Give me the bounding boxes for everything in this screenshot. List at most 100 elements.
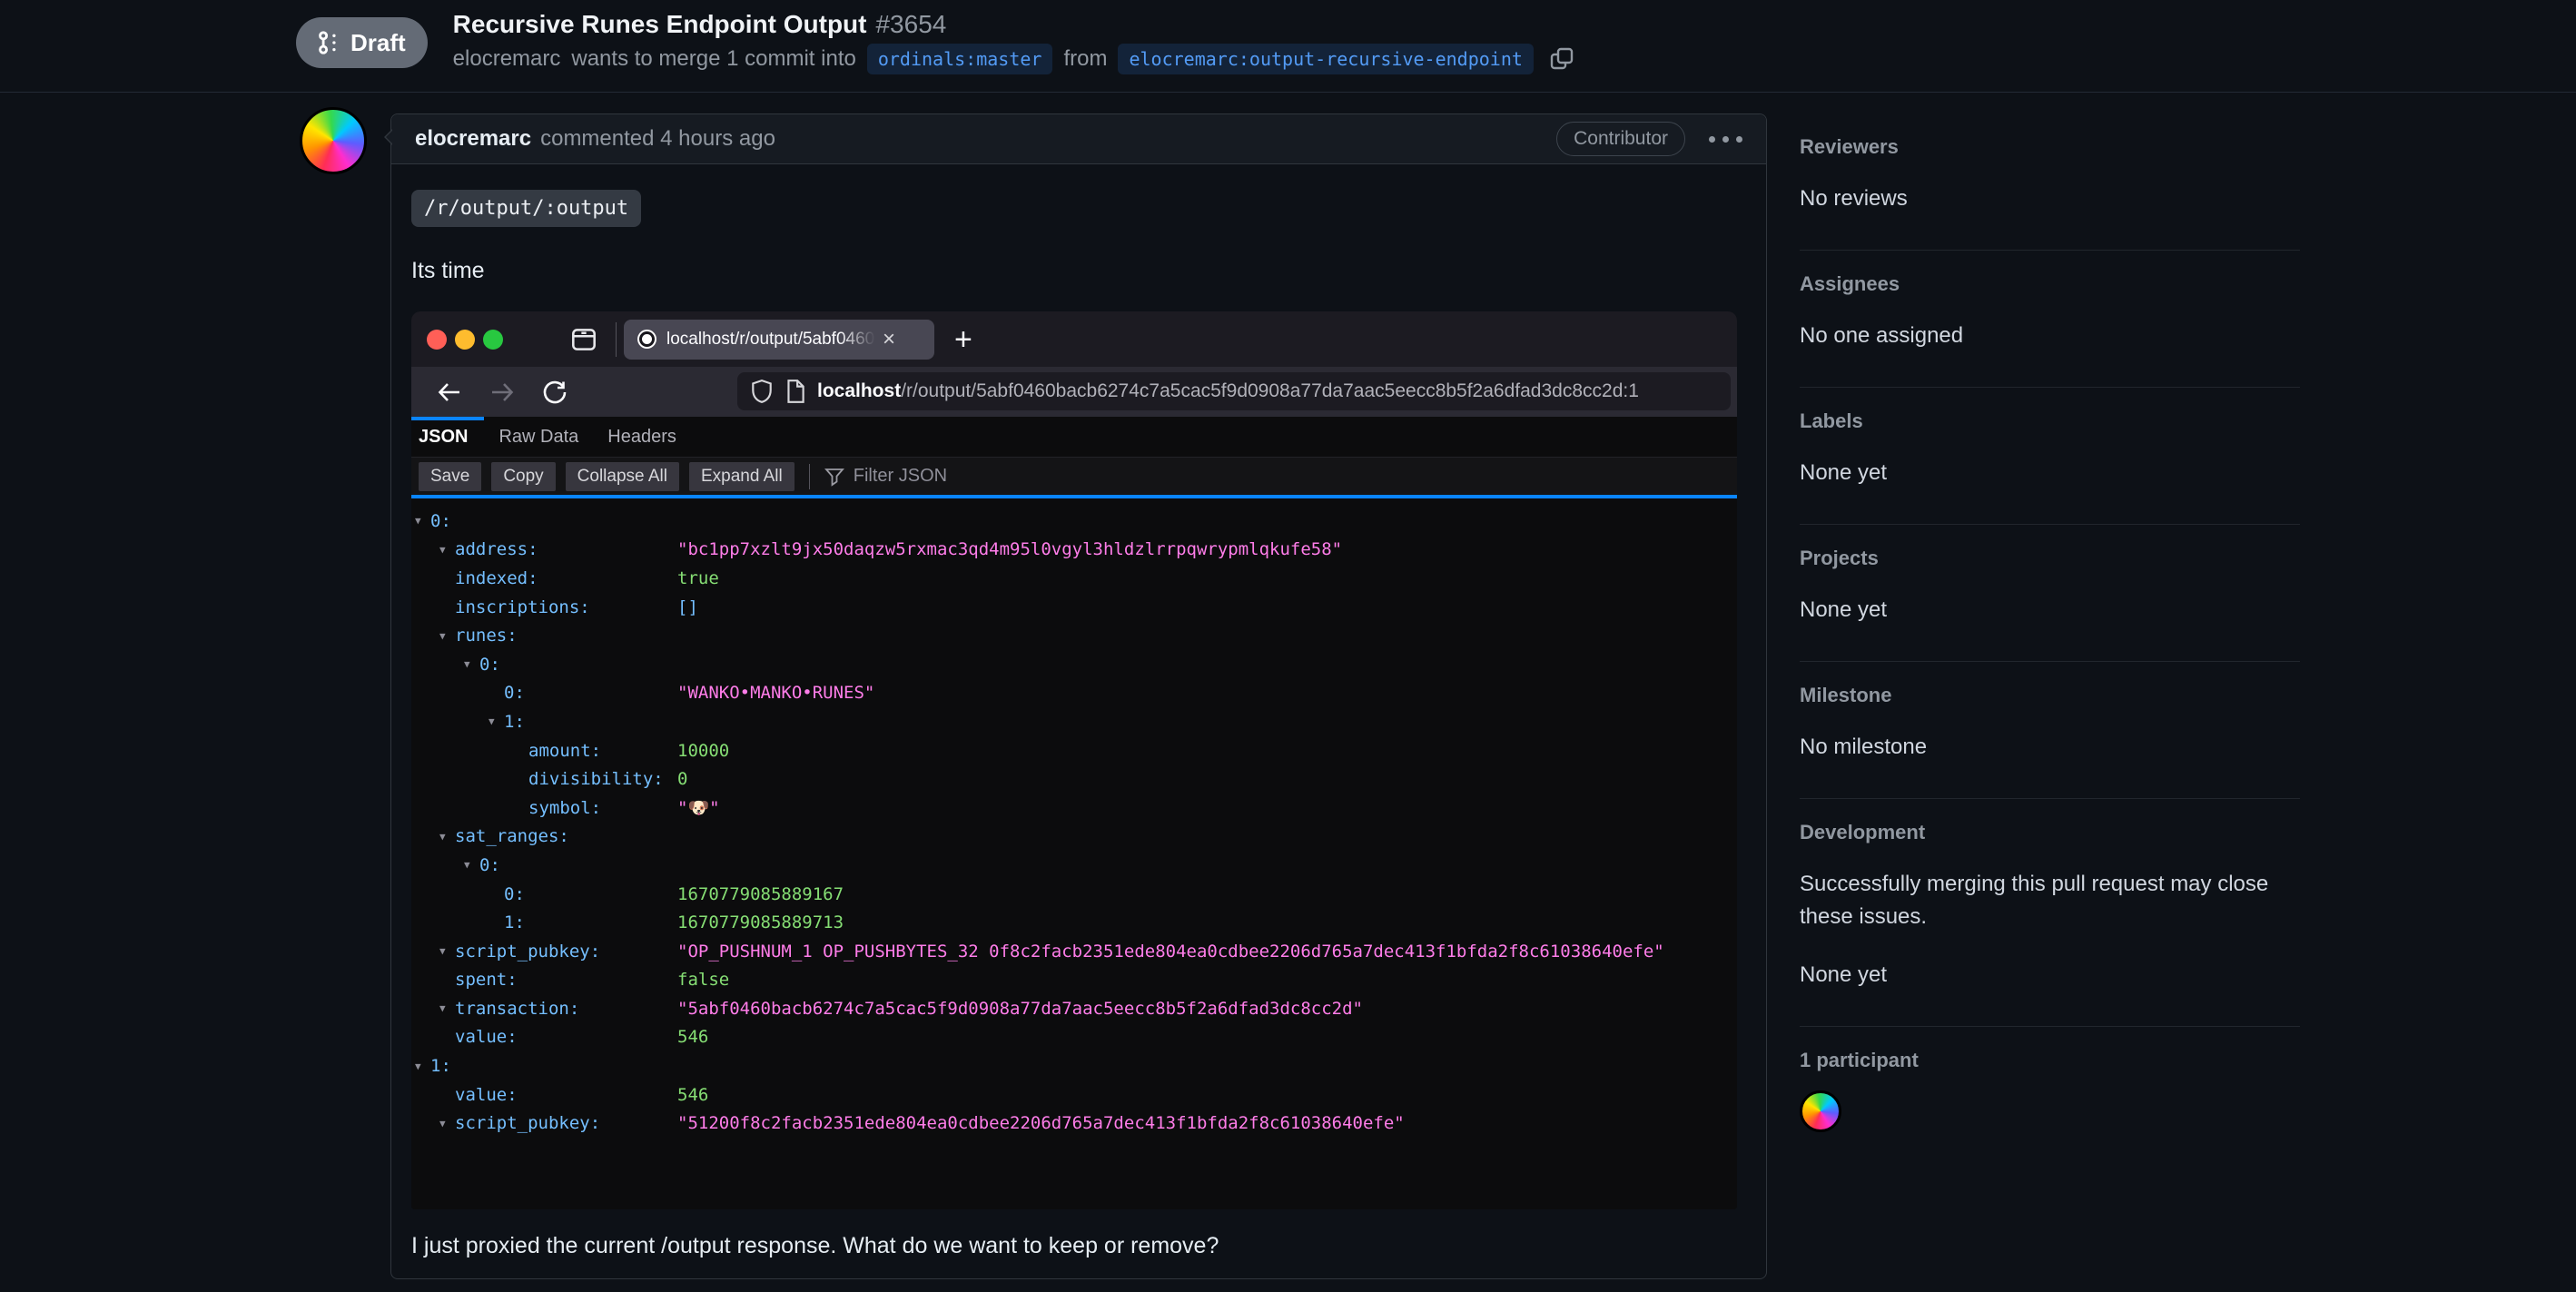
json-value: 10000 xyxy=(677,740,730,761)
json-key: script_pubkey: xyxy=(455,941,601,962)
firefox-view-icon[interactable] xyxy=(568,324,599,355)
pr-author-link[interactable]: elocremarc xyxy=(453,46,561,72)
minimize-window-button[interactable] xyxy=(455,329,475,350)
twisty-icon[interactable]: ▼ xyxy=(415,1060,430,1072)
sidebar-section-milestone[interactable]: Milestone No milestone xyxy=(1800,662,2300,799)
new-tab-icon[interactable]: + xyxy=(954,324,972,355)
json-value: 1670779085889167 xyxy=(677,883,844,904)
json-tree-row: indexed: true xyxy=(411,564,1737,593)
browser-tab[interactable]: localhost/r/output/5abf0460bac × xyxy=(624,319,934,360)
json-key: divisibility: xyxy=(528,769,664,790)
sidebar-section-projects[interactable]: Projects None yet xyxy=(1800,525,2300,662)
sidebar-section-development: Development Successfully merging this pu… xyxy=(1800,799,2300,1027)
collapse-all-button[interactable]: Collapse All xyxy=(565,461,679,491)
json-tree-row: 0: 1670779085889167 xyxy=(411,880,1737,909)
twisty-icon[interactable]: ▼ xyxy=(489,715,504,727)
json-tree-row: value: 546 xyxy=(411,1080,1737,1110)
github-pr-page: Draft Recursive Runes Endpoint Output #36… xyxy=(0,0,2576,1292)
json-key: 1: xyxy=(504,711,525,732)
filter-json-input[interactable]: Filter JSON xyxy=(824,466,947,487)
twisty-icon[interactable]: ▼ xyxy=(439,1118,455,1129)
copy-branch-icon[interactable] xyxy=(1548,45,1575,73)
url-bar[interactable]: localhost/r/output/5abf0460bacb6274c7a5c… xyxy=(737,372,1731,410)
tab-raw-data[interactable]: Raw Data xyxy=(484,417,593,457)
json-tree-row: ▼ 0: xyxy=(411,851,1737,880)
draft-status-badge: Draft xyxy=(296,17,428,68)
twisty-icon[interactable]: ▼ xyxy=(439,630,455,642)
avatar[interactable] xyxy=(300,107,367,174)
browser-screenshot: localhost/r/output/5abf0460bac × + xyxy=(411,311,1737,1209)
twisty-icon[interactable]: ▼ xyxy=(415,515,430,527)
json-key: inscriptions: xyxy=(455,597,590,617)
json-key: value: xyxy=(455,1027,518,1048)
json-tree-row: 0: "WANKO•MANKO•RUNES" xyxy=(411,679,1737,708)
participant-avatar[interactable] xyxy=(1800,1090,1841,1132)
contributor-badge: Contributor xyxy=(1556,122,1685,156)
pr-title: Recursive Runes Endpoint Output #3654 xyxy=(452,10,947,38)
json-tree-row: ▼ 1: xyxy=(411,707,1737,736)
comment-paragraph: I just proxied the current /output respo… xyxy=(411,1233,1219,1258)
json-tree-row: value: 546 xyxy=(411,1023,1737,1052)
twisty-icon[interactable]: ▼ xyxy=(464,859,479,871)
json-value: true xyxy=(677,567,719,588)
json-viewer-toolbar: Save Copy Collapse All Expand All Filter xyxy=(411,458,1737,495)
json-key: amount: xyxy=(528,740,602,761)
endpoint-code-span: /r/output/:output xyxy=(411,190,642,227)
zoom-window-button[interactable] xyxy=(483,329,503,350)
json-tree-row: inscriptions: [] xyxy=(411,593,1737,622)
head-branch-label[interactable]: elocremarc:output-recursive-endpoint xyxy=(1118,44,1534,74)
json-value: 546 xyxy=(677,1084,709,1105)
twisty-icon[interactable]: ▼ xyxy=(439,1002,455,1014)
json-value: "WANKO•MANKO•RUNES" xyxy=(677,683,875,704)
twisty-icon[interactable]: ▼ xyxy=(464,658,479,670)
json-value: false xyxy=(677,970,730,991)
browser-toolbar: localhost/r/output/5abf0460bacb6274c7a5c… xyxy=(411,367,1737,417)
json-tree-row: ▼ sat_ranges: xyxy=(411,823,1737,852)
draft-badge-label: Draft xyxy=(350,28,406,56)
sidebar-section-labels[interactable]: Labels None yet xyxy=(1800,388,2300,525)
page-info-icon[interactable] xyxy=(785,379,806,404)
pr-sidebar: Reviewers No reviews Assignees No one as… xyxy=(1800,113,2300,1132)
git-pull-request-draft-icon xyxy=(318,31,340,54)
forward-icon[interactable] xyxy=(488,378,517,407)
participants-section: 1 participant xyxy=(1800,1027,2300,1132)
reload-icon[interactable] xyxy=(540,378,569,407)
expand-all-button[interactable]: Expand All xyxy=(688,461,795,491)
base-branch-label[interactable]: ordinals:master xyxy=(866,44,1053,74)
json-tree-row: amount: 10000 xyxy=(411,736,1737,765)
comment-body: /r/output/:output Its time localhost/r/o… xyxy=(391,164,1766,1259)
site-favicon xyxy=(642,334,652,344)
filter-placeholder: Filter JSON xyxy=(853,466,948,486)
comment-card: elocremarc commented 4 hours ago Contrib… xyxy=(384,113,1767,1279)
json-value: "🐶" xyxy=(677,798,720,819)
sidebar-section-reviewers[interactable]: Reviewers No reviews xyxy=(1800,113,2300,251)
kebab-menu-icon[interactable] xyxy=(1709,135,1742,143)
close-tab-icon[interactable]: × xyxy=(883,328,895,350)
twisty-icon[interactable]: ▼ xyxy=(439,544,455,556)
json-key: address: xyxy=(455,539,538,560)
tab-headers[interactable]: Headers xyxy=(593,417,691,457)
json-value: "5abf0460bacb6274c7a5cac5f9d0908a77da7aa… xyxy=(677,998,1363,1019)
comment-author-link[interactable]: elocremarc xyxy=(415,126,531,152)
json-key: 0: xyxy=(479,854,500,875)
copy-button[interactable]: Copy xyxy=(491,461,556,491)
url-text: localhost/r/output/5abf0460bacb6274c7a5c… xyxy=(817,380,1639,401)
shield-icon[interactable] xyxy=(750,379,774,404)
tab-json[interactable]: JSON xyxy=(411,417,485,457)
json-tree: ▼ 0: ▼ address: "bc1pp7xzlt9jx50daqzw5rxmac3… xyxy=(411,498,1737,1138)
comment-timestamp[interactable]: commented 4 hours ago xyxy=(540,126,775,152)
close-window-button[interactable] xyxy=(427,329,447,350)
back-icon[interactable] xyxy=(435,378,464,407)
json-key: 1: xyxy=(504,912,525,933)
json-key: symbol: xyxy=(528,797,602,818)
comment-header: elocremarc commented 4 hours ago Contrib… xyxy=(384,114,1766,164)
twisty-icon[interactable]: ▼ xyxy=(439,831,455,843)
json-key: spent: xyxy=(455,970,518,991)
toolbar-divider xyxy=(808,463,810,489)
tab-title: localhost/r/output/5abf0460bac xyxy=(666,329,875,350)
funnel-icon xyxy=(824,467,844,487)
pr-number: #3654 xyxy=(875,10,947,38)
sidebar-section-assignees[interactable]: Assignees No one assigned xyxy=(1800,251,2300,388)
twisty-icon[interactable]: ▼ xyxy=(439,945,455,957)
save-button[interactable]: Save xyxy=(419,461,482,491)
